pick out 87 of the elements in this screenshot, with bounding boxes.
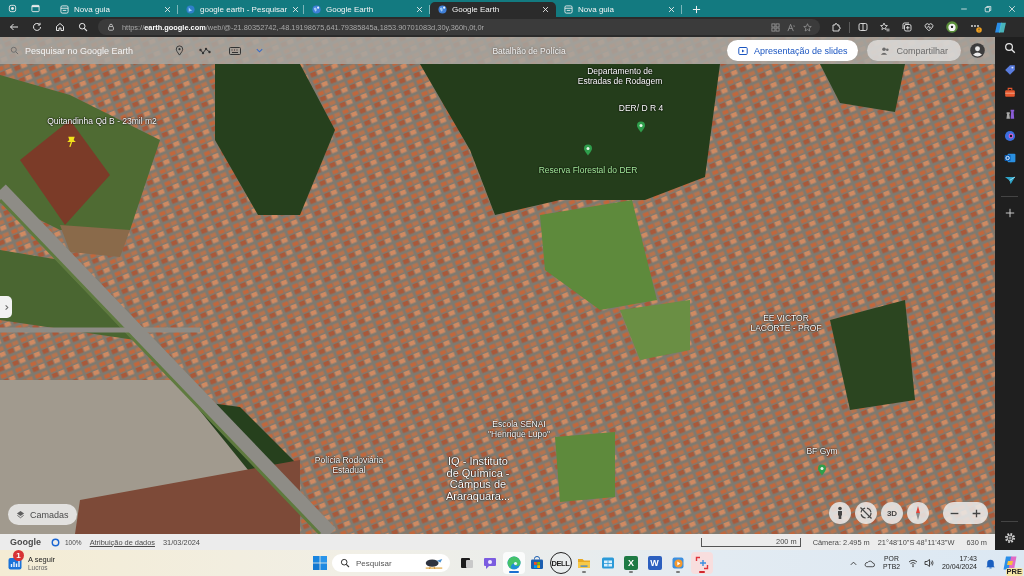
layers-icon (16, 510, 25, 519)
tab-actions-icon[interactable] (31, 4, 40, 13)
chat-bubble-icon (483, 556, 497, 570)
compass-icon[interactable] (907, 502, 929, 524)
slanted-logo-icon[interactable] (994, 20, 1007, 34)
browser-tab[interactable]: Nova guia (556, 2, 682, 17)
read-aloud-icon[interactable] (787, 22, 796, 32)
back-icon[interactable] (9, 22, 19, 32)
place-label: IQ - Instituto de Química - Câmpus de Araraquara... (445, 456, 511, 502)
place-label: EE VICTOR LACORTE - PROF (750, 313, 822, 333)
location-pin-icon[interactable] (174, 45, 185, 56)
browser-tab[interactable]: Nova guia (52, 2, 178, 17)
slanted-logo-icon[interactable] (1002, 555, 1018, 571)
chevron-right-icon (2, 303, 10, 311)
browser-tab[interactable]: Google Earth (304, 2, 430, 17)
account-icon[interactable] (970, 43, 985, 58)
place-label: BF Gym (806, 446, 838, 456)
place-label: Polícia Rodoviária Estadual (314, 455, 384, 475)
slideshow-button[interactable]: Apresentação de slides (726, 40, 859, 61)
shopping-bag-icon (530, 556, 544, 570)
rotation-lock-icon[interactable] (855, 502, 877, 524)
notification-badge: 1 (13, 550, 24, 561)
toolbox-icon[interactable] (1003, 86, 1016, 98)
home-icon[interactable] (55, 22, 65, 32)
collections-icon[interactable] (902, 22, 912, 32)
tag-icon[interactable] (1003, 64, 1016, 76)
ring-icon[interactable] (1003, 130, 1016, 142)
loading-ring-icon (51, 537, 60, 547)
bell-icon[interactable] (985, 557, 996, 569)
people-icon (880, 45, 891, 56)
layers-button[interactable]: Camadas (8, 504, 77, 525)
search-field[interactable]: Pesquisar (332, 554, 450, 572)
profile-avatar-icon[interactable] (946, 21, 958, 33)
browser-tab[interactable]: Google Earth (430, 2, 556, 17)
split-screen-icon[interactable] (858, 22, 868, 32)
app-grid-icon[interactable] (771, 22, 780, 32)
wifi-icon[interactable] (907, 558, 918, 568)
place-label: Reserva Florestal do DER (538, 165, 638, 175)
person-icon[interactable] (829, 502, 851, 524)
send-icon[interactable] (1003, 174, 1016, 186)
globe-icon (312, 5, 321, 14)
google-logo: Google (10, 537, 41, 547)
slideshow-icon (737, 45, 748, 56)
pushpin-icon[interactable] (65, 135, 78, 148)
place-label: DER/ D R 4 (618, 103, 664, 113)
place-label: Batalhão de Polícia (492, 46, 566, 56)
bird-icon (423, 556, 445, 570)
swirl-icon (506, 556, 521, 570)
task-view-icon (459, 556, 474, 570)
place-label: Quitandinha Qd B - 23mil m2 (47, 116, 157, 126)
play-icon (671, 556, 685, 570)
puzzle-piece-icon[interactable] (831, 22, 841, 32)
add-icon[interactable] (1003, 207, 1016, 219)
plus-icon[interactable] (971, 507, 983, 519)
search-icon[interactable] (78, 22, 88, 32)
globe-icon (438, 5, 447, 14)
place-label: Escola SENAI "Henrique Lupo" (488, 419, 550, 439)
workspaces-icon[interactable] (8, 4, 17, 13)
new-tab-icon[interactable] (692, 5, 701, 14)
map-pin-icon[interactable] (636, 121, 646, 133)
start-icon[interactable] (311, 555, 328, 571)
expand-panel-button[interactable] (0, 296, 12, 318)
search-icon[interactable] (1003, 42, 1016, 54)
app-window-icon (600, 556, 615, 570)
refresh-icon[interactable] (32, 22, 42, 32)
browser-tab[interactable]: google earth - Pesquisar (178, 2, 304, 17)
page-icon (60, 5, 69, 14)
close-icon[interactable] (542, 6, 549, 13)
heart-pulse-icon[interactable] (924, 22, 934, 32)
search-icon (340, 558, 350, 568)
keyboard-icon[interactable] (229, 44, 241, 57)
search-engine-icon (186, 5, 195, 14)
map-pin-icon[interactable] (817, 464, 827, 476)
star-icon[interactable] (803, 22, 812, 32)
speaker-icon[interactable] (923, 558, 934, 568)
place-label: Departamento de Estradas de Rodagem (577, 66, 663, 86)
stock-chart-icon (8, 556, 22, 570)
lock-icon[interactable] (107, 23, 115, 31)
favorites-icon[interactable] (880, 22, 890, 32)
folder-icon (577, 556, 591, 570)
settings-icon[interactable] (1003, 532, 1016, 544)
page-icon (564, 5, 573, 14)
crop-icon (694, 556, 709, 570)
search-icon (10, 46, 19, 55)
mail-icon[interactable] (1003, 152, 1016, 164)
map-pin-icon[interactable] (583, 144, 593, 156)
chess-piece-icon[interactable] (1003, 108, 1016, 120)
